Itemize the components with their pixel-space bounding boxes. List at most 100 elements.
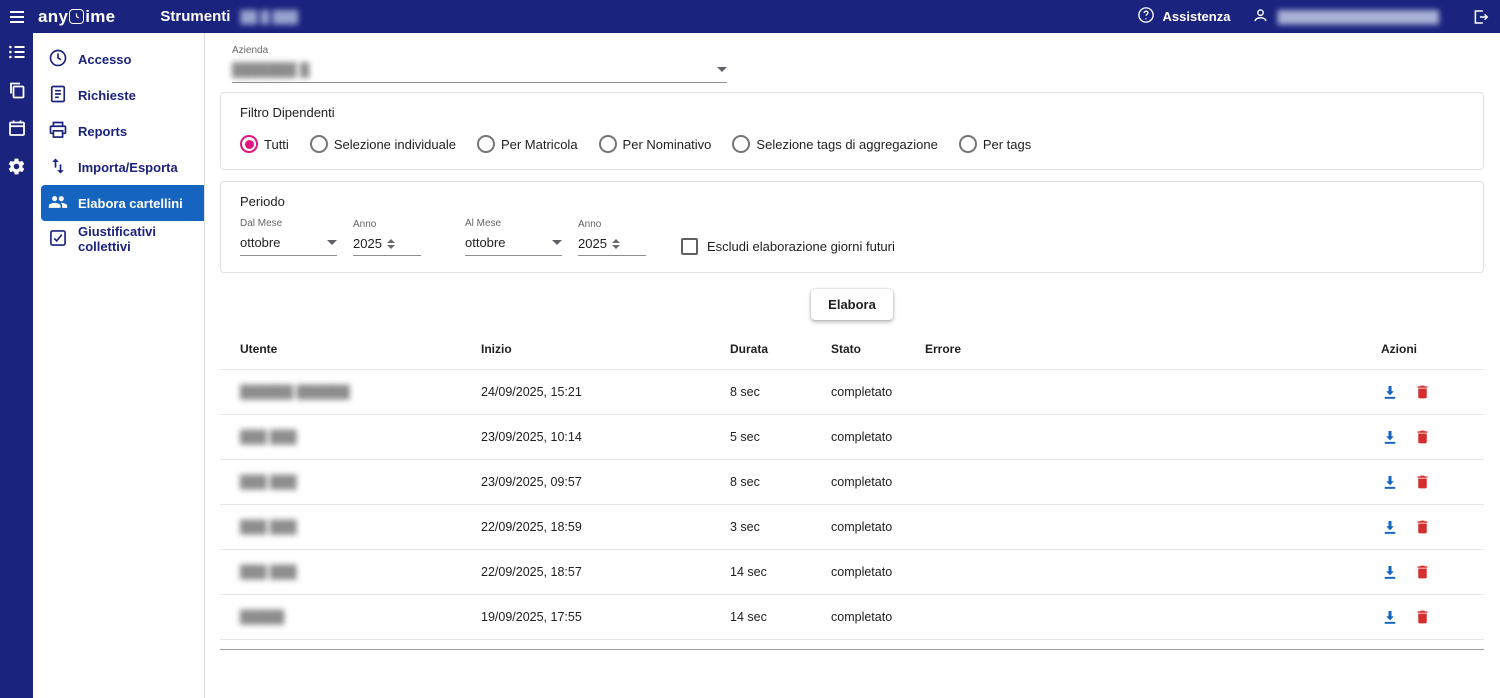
cell-stato: completato [811, 549, 905, 595]
radio-option[interactable]: Selezione tags di aggregazione [732, 135, 938, 153]
download-icon[interactable] [1381, 518, 1399, 536]
table-row: ███ ███ 23/09/2025, 09:57 8 sec completa… [220, 459, 1484, 505]
stepper-down-icon[interactable] [611, 244, 620, 249]
delete-icon[interactable] [1414, 518, 1431, 536]
sidebar-item-label: Accesso [78, 51, 132, 67]
sidebar-item-label: Elabora cartellini [78, 195, 183, 211]
delete-icon[interactable] [1414, 608, 1431, 626]
stepper-up-icon[interactable] [386, 238, 395, 243]
dal-mese-select[interactable]: ottobre [240, 235, 337, 256]
clock-icon [48, 48, 68, 71]
sidebar-item-importa-esporta[interactable]: Importa/Esporta [33, 149, 204, 185]
table-row: ███ ███ 23/09/2025, 10:14 5 sec completa… [220, 414, 1484, 460]
elabora-button[interactable]: Elabora [811, 289, 893, 320]
azienda-select[interactable]: ███████ █ [232, 62, 727, 83]
printer-icon [48, 120, 68, 143]
radio-icon[interactable] [958, 135, 977, 153]
cell-durata: 3 sec [710, 504, 811, 550]
cell-durata: 8 sec [710, 459, 811, 505]
sidebar-item-accesso[interactable]: Accesso [33, 41, 204, 77]
cell-errore [905, 369, 1361, 415]
radio-option-label: Tutti [264, 136, 289, 152]
periodo-card: Periodo Dal Mese ottobre Anno 2025 Al Me… [220, 181, 1484, 273]
list-icon[interactable] [3, 38, 31, 66]
al-mese-label: Al Mese [465, 218, 502, 229]
periodo-title: Periodo [240, 194, 285, 209]
number-stepper[interactable] [386, 238, 395, 249]
col-header-inizio: Inizio [461, 334, 710, 370]
stepper-down-icon[interactable] [386, 244, 395, 249]
cell-utente: ███ ███ [220, 414, 461, 460]
dal-mese-field: Dal Mese ottobre [240, 218, 337, 256]
cell-inizio: 23/09/2025, 09:57 [461, 459, 710, 505]
table-header-row: Utente Inizio Durata Stato Errore Azioni [220, 334, 1484, 370]
help-icon [1137, 6, 1155, 27]
cell-errore [905, 504, 1361, 550]
assistance-button[interactable]: Assistenza [1137, 6, 1230, 27]
sidebar: Accesso Richieste Reports Importa/Esport… [33, 33, 205, 698]
hamburger-menu-icon[interactable] [0, 0, 33, 33]
radio-option-label: Selezione individuale [333, 136, 456, 152]
radio-icon[interactable] [732, 135, 751, 153]
delete-icon[interactable] [1414, 563, 1431, 581]
radio-option[interactable]: Tutti [240, 135, 289, 153]
download-icon[interactable] [1381, 383, 1399, 401]
radio-option[interactable]: Selezione individuale [309, 135, 456, 153]
cell-durata: 14 sec [710, 594, 811, 640]
radio-option[interactable]: Per tags [958, 135, 1032, 153]
download-icon[interactable] [1381, 428, 1399, 446]
sidebar-item-richieste[interactable]: Richieste [33, 77, 204, 113]
radio-icon[interactable] [598, 135, 617, 153]
radio-option-label: Per tags [982, 136, 1032, 152]
al-mese-select[interactable]: ottobre [465, 235, 562, 256]
settings-gear-icon[interactable] [3, 152, 31, 180]
person-icon [1252, 7, 1269, 27]
cell-stato: completato [811, 594, 905, 640]
al-mese-field: Al Mese ottobre [465, 218, 562, 256]
logo-text-suffix: ime [85, 6, 116, 26]
cell-utente: ███ ███ [220, 504, 461, 550]
sidebar-item-giustificativi-collettivi[interactable]: Giustificativi collettivi [33, 221, 204, 257]
copy-icon[interactable] [3, 76, 31, 104]
app-logo: any ime [38, 7, 115, 27]
download-icon[interactable] [1381, 473, 1399, 491]
radio-option-label: Selezione tags di aggregazione [756, 136, 938, 152]
cell-stato: completato [811, 369, 905, 415]
cell-durata: 5 sec [710, 414, 811, 460]
download-icon[interactable] [1381, 608, 1399, 626]
app-window: any ime Strumenti ██ █ ███ Assistenza ██… [0, 0, 1500, 698]
sidebar-item-elabora-cartellini[interactable]: Elabora cartellini [41, 185, 204, 221]
radio-icon[interactable] [309, 135, 328, 153]
logout-icon[interactable] [1472, 8, 1490, 26]
escludi-label: Escludi elaborazione giorni futuri [707, 239, 895, 254]
main-content: Azienda ███████ █ Filtro Dipendenti Tutt… [205, 33, 1500, 698]
delete-icon[interactable] [1414, 473, 1431, 491]
anno-da-input[interactable]: 2025 [353, 236, 382, 251]
page-title: Strumenti [160, 8, 231, 25]
delete-icon[interactable] [1414, 383, 1431, 401]
filtro-radio-group: Tutti Selezione individuale Per Matricol… [240, 135, 1464, 153]
cell-azioni [1361, 414, 1484, 460]
anno-a-input[interactable]: 2025 [578, 236, 607, 251]
cell-inizio: 19/09/2025, 17:55 [461, 594, 710, 640]
user-menu[interactable]: ███████████████████ [1252, 7, 1439, 27]
azienda-label: Azienda [232, 45, 269, 56]
escludi-checkbox[interactable] [681, 238, 698, 255]
stepper-up-icon[interactable] [611, 238, 620, 243]
cell-azioni [1361, 369, 1484, 415]
radio-option[interactable]: Per Matricola [476, 135, 578, 153]
radio-icon[interactable] [240, 135, 258, 153]
radio-option[interactable]: Per Nominativo [598, 135, 711, 153]
cell-stato: completato [811, 414, 905, 460]
delete-icon[interactable] [1414, 428, 1431, 446]
sidebar-item-reports[interactable]: Reports [33, 113, 204, 149]
escludi-checkbox-row[interactable]: Escludi elaborazione giorni futuri [681, 238, 895, 255]
icon-rail [0, 0, 33, 698]
calendar-icon[interactable] [3, 114, 31, 142]
table-row: █████ 19/09/2025, 17:55 14 sec completat… [220, 594, 1484, 640]
number-stepper[interactable] [611, 238, 620, 249]
download-icon[interactable] [1381, 563, 1399, 581]
filtro-title: Filtro Dipendenti [240, 105, 335, 120]
col-header-stato: Stato [811, 334, 905, 370]
radio-icon[interactable] [476, 135, 495, 153]
